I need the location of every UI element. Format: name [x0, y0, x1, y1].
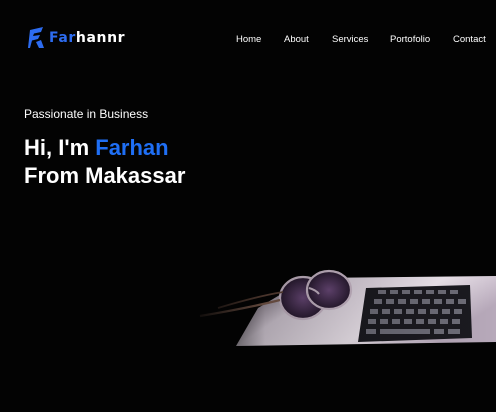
- hero-section: Passionate in Business Hi, I'm Farhan Fr…: [24, 106, 185, 190]
- hero-headline: Hi, I'm Farhan From Makassar: [24, 134, 185, 190]
- nav-about[interactable]: About: [284, 33, 309, 47]
- hero-greeting: Hi, I'm: [24, 135, 96, 160]
- hero-tagline: Passionate in Business: [24, 107, 149, 121]
- nav-contact[interactable]: Contact: [453, 33, 486, 47]
- nav-portofolio[interactable]: Portofolio: [390, 33, 430, 47]
- nav-services[interactable]: Services: [332, 33, 368, 47]
- laptop-with-glasses-photo: [188, 268, 496, 348]
- hero-name: Farhan: [95, 135, 169, 160]
- main-nav: Home About Services Portofolio Contact: [0, 33, 496, 47]
- nav-home[interactable]: Home: [236, 33, 261, 47]
- site-header: Farhannr Home About Services Portofolio …: [0, 0, 496, 80]
- hero-location: From Makassar: [24, 163, 186, 188]
